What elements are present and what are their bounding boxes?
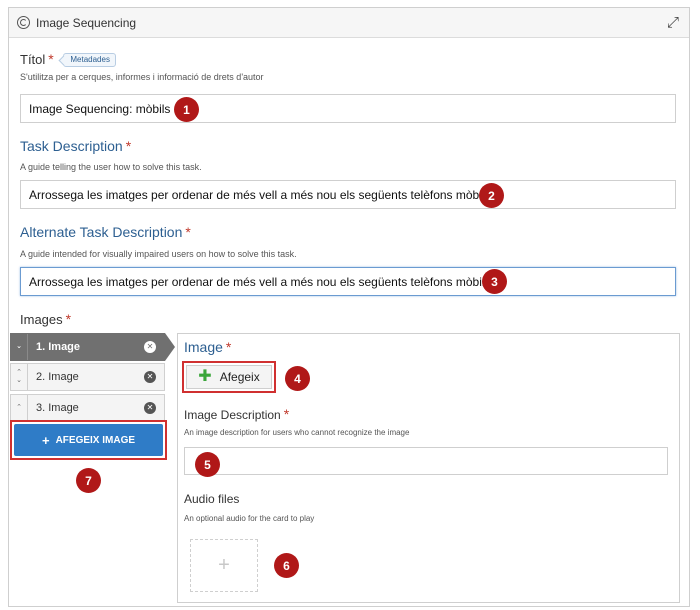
title-label: Títol * Metadades xyxy=(20,51,116,67)
audio-files-label: Audio files xyxy=(184,492,240,506)
required-marker: * xyxy=(185,224,191,240)
alternate-task-description-input[interactable]: Arrossega les imatges per ordenar de més… xyxy=(20,267,676,296)
task-description-label-text: Task Description xyxy=(20,138,123,154)
task-description-hint: A guide telling the user how to solve th… xyxy=(20,162,202,172)
title-hint: S'utilitza per a cerques, informes i inf… xyxy=(20,72,264,82)
image-list-item-label: 1. Image xyxy=(36,341,81,353)
task-description-value: Arrossega les imatges per ordenar de més… xyxy=(29,187,494,202)
alternate-task-description-label: Alternate Task Description * xyxy=(20,224,191,240)
callout-1: 1 xyxy=(174,97,199,122)
image-list-item-1[interactable]: ⌄ 1. Image ✕ xyxy=(10,333,175,361)
image-list-item-label: 3. Image xyxy=(36,402,79,414)
remove-icon[interactable]: ✕ xyxy=(144,341,156,353)
callout-3: 3 xyxy=(482,269,507,294)
drag-handle-icon[interactable]: ⌄ xyxy=(11,334,28,360)
image-description-label-text: Image Description xyxy=(184,408,281,422)
image-list-item-3[interactable]: ⌃ 3. Image ✕ xyxy=(10,394,165,422)
required-marker: * xyxy=(65,311,72,327)
images-label: Images * xyxy=(20,311,71,327)
images-label-text: Images xyxy=(20,312,63,327)
plus-icon: + xyxy=(41,432,50,448)
image-description-input[interactable] xyxy=(184,447,668,475)
card-image-label: Image * xyxy=(184,339,231,355)
task-description-input[interactable]: Arrossega les imatges per ordenar de més… xyxy=(20,180,676,209)
image-list-item-label: 2. Image xyxy=(36,371,79,383)
title-input-value: Image Sequencing: mòbils xyxy=(29,101,171,116)
alternate-task-description-hint: A guide intended for visually impaired u… xyxy=(20,249,297,259)
panel-title: Image Sequencing xyxy=(36,15,137,30)
afegeix-button-face[interactable]: ✚ Afegeix xyxy=(186,365,272,389)
alternate-task-description-label-text: Alternate Task Description xyxy=(20,224,183,240)
card-image-label-text: Image xyxy=(184,339,223,355)
afegeix-button-label: Afegeix xyxy=(219,370,260,384)
title-label-text: Títol xyxy=(20,52,46,67)
h5p-logo-icon xyxy=(17,16,30,29)
alternate-task-description-value: Arrossega les imatges per ordenar de més… xyxy=(29,274,491,289)
panel-header: Image Sequencing ⤢ xyxy=(9,8,689,38)
required-marker: * xyxy=(125,138,132,154)
audio-files-hint: An optional audio for the card to play xyxy=(184,514,315,523)
required-marker: * xyxy=(48,51,54,67)
callout-2: 2 xyxy=(479,183,504,208)
plus-icon: + xyxy=(218,554,230,576)
add-audio-button[interactable]: + xyxy=(190,539,258,592)
afegeix-button[interactable]: ✚ Afegeix xyxy=(182,361,276,393)
add-image-button-face[interactable]: + AFEGEIX IMAGE xyxy=(14,424,163,456)
callout-7: 7 xyxy=(76,468,101,493)
image-description-label: Image Description * xyxy=(184,406,289,422)
image-description-hint: An image description for users who canno… xyxy=(184,428,410,437)
plus-icon: ✚ xyxy=(198,368,212,385)
remove-icon[interactable]: ✕ xyxy=(144,402,156,414)
add-image-button[interactable]: + AFEGEIX IMAGE xyxy=(10,420,167,460)
drag-handle-icon[interactable]: ⌃ xyxy=(11,395,28,421)
expand-icon[interactable]: ⤢ xyxy=(667,15,679,30)
required-marker: * xyxy=(225,339,232,355)
callout-4: 4 xyxy=(285,366,310,391)
add-image-button-label: AFEGEIX IMAGE xyxy=(55,434,136,446)
required-marker: * xyxy=(283,406,290,422)
drag-handle-icon[interactable]: ⌃ ⌄ xyxy=(11,364,28,390)
callout-5: 5 xyxy=(195,452,220,477)
title-input[interactable]: Image Sequencing: mòbils xyxy=(20,94,676,123)
callout-6: 6 xyxy=(274,553,299,578)
task-description-label: Task Description * xyxy=(20,138,131,154)
image-list-item-2[interactable]: ⌃ ⌄ 2. Image ✕ xyxy=(10,363,165,391)
remove-icon[interactable]: ✕ xyxy=(144,371,156,383)
metadata-button[interactable]: Metadades xyxy=(63,53,116,67)
